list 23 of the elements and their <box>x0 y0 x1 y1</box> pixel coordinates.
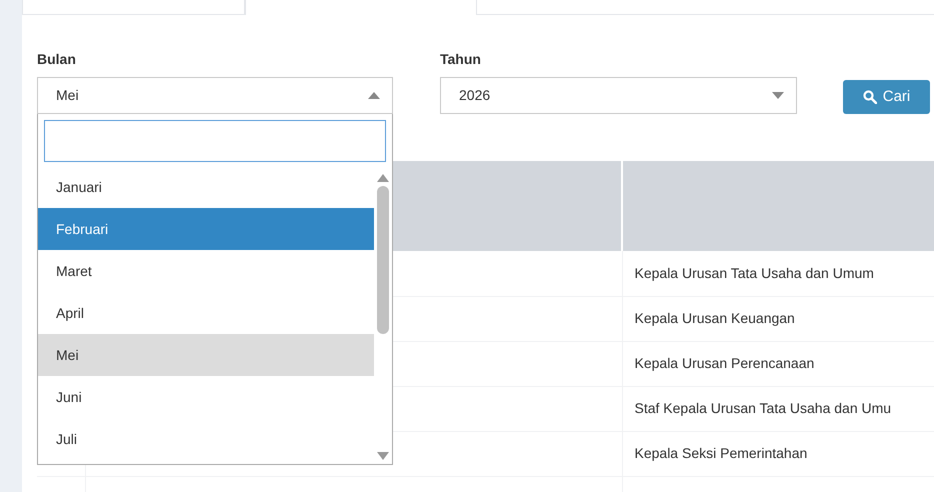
dropdown-option[interactable]: April <box>38 292 374 334</box>
select-field[interactable]: 2026 <box>440 77 797 114</box>
table-cell: Staf Kepala Urusan Tata Usaha dan Umu <box>622 386 934 431</box>
select-field[interactable]: Mei <box>37 77 393 114</box>
dropdown-option[interactable]: Januari <box>38 166 374 208</box>
table-cell: Kepala Urusan Keuangan <box>622 296 934 341</box>
table-cell: Kepala Urusan Perencanaan <box>622 341 934 386</box>
search-icon <box>862 90 877 104</box>
dropdown-option[interactable]: Maret <box>38 250 374 292</box>
field-label: Bulan <box>37 50 77 68</box>
scroll-down-icon[interactable] <box>377 452 389 460</box>
search-field[interactable] <box>44 120 386 162</box>
dropdown-option[interactable]: Februari <box>38 208 374 250</box>
caret-icon <box>772 92 784 99</box>
dropdown-option[interactable]: Juli <box>38 418 374 460</box>
table-cell: Kepala Seksi Pemerintahan <box>622 431 934 476</box>
scroll-up-icon[interactable] <box>377 174 389 182</box>
dropdown-option[interactable]: Juni <box>38 376 374 418</box>
caret-icon <box>368 92 380 99</box>
dropdown-option[interactable]: Mei <box>38 334 374 376</box>
search-button[interactable]: Cari <box>843 80 930 114</box>
field-label: Tahun <box>440 50 482 68</box>
table-cell: Kepala Urusan Tata Usaha dan Umum <box>622 251 934 296</box>
